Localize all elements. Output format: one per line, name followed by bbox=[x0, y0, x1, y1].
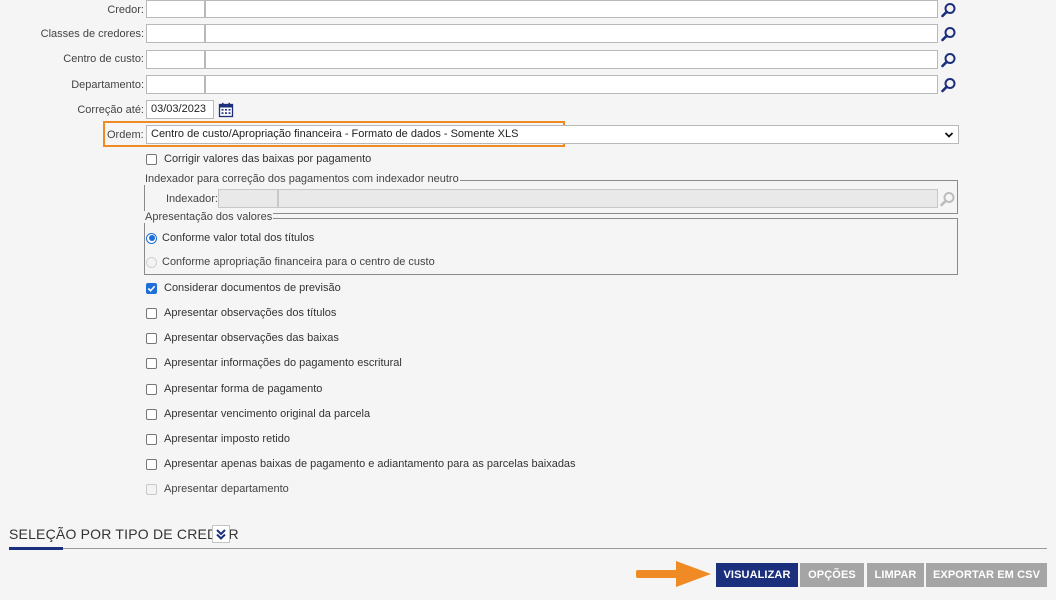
apresentacao-option1-radio[interactable] bbox=[146, 232, 157, 244]
correcao-label: Correção até: bbox=[77, 104, 144, 116]
section-accent-bar bbox=[9, 547, 63, 550]
correcao-date-input[interactable]: 03/03/2023 bbox=[146, 100, 214, 119]
centro-name-input[interactable] bbox=[205, 50, 938, 69]
search-icon bbox=[941, 52, 956, 67]
arrow-right-icon bbox=[636, 561, 711, 587]
apresentacao-legend: Apresentação dos valores bbox=[144, 211, 274, 223]
considerar-checkbox[interactable] bbox=[146, 282, 157, 294]
ordem-select[interactable]: Centro de custo/Apropriação financeira -… bbox=[146, 125, 959, 144]
section-expand-button[interactable] bbox=[212, 525, 230, 543]
visualizar-button[interactable]: VISUALIZAR bbox=[716, 563, 798, 587]
departamento-checkbox bbox=[146, 483, 157, 495]
departamento-name-input[interactable] bbox=[205, 75, 938, 94]
departamento-code-input[interactable] bbox=[146, 75, 205, 94]
departamento-checkbox-row: Apresentar departamento bbox=[146, 481, 289, 497]
centro-search-button[interactable] bbox=[939, 50, 959, 69]
indexador-legend: Indexador para correção dos pagamentos c… bbox=[144, 173, 460, 185]
classes-search-button[interactable] bbox=[939, 24, 959, 43]
imposto-label: Apresentar imposto retido bbox=[164, 433, 290, 445]
obs-titulos-checkbox-row[interactable]: Apresentar observações dos títulos bbox=[146, 305, 336, 321]
exportar-csv-button[interactable]: EXPORTAR EM CSV bbox=[926, 563, 1047, 587]
apenas-baixas-label: Apresentar apenas baixas de pagamento e … bbox=[164, 458, 576, 470]
imposto-checkbox[interactable] bbox=[146, 433, 157, 445]
classes-label: Classes de credores: bbox=[40, 28, 144, 40]
indexador-code-input bbox=[218, 189, 278, 208]
check-icon bbox=[147, 285, 156, 292]
centro-label: Centro de custo: bbox=[63, 53, 144, 65]
vencimento-label: Apresentar vencimento original da parcel… bbox=[164, 408, 371, 420]
forma-pagamento-label: Apresentar forma de pagamento bbox=[164, 383, 323, 395]
corrigir-checkbox-row[interactable]: Corrigir valores das baixas por pagament… bbox=[146, 151, 371, 167]
obs-baixas-checkbox-row[interactable]: Apresentar observações das baixas bbox=[146, 330, 339, 346]
departamento-check-label: Apresentar departamento bbox=[164, 483, 289, 495]
calendar-icon bbox=[218, 102, 234, 118]
info-pagamento-checkbox-row[interactable]: Apresentar informações do pagamento escr… bbox=[146, 355, 402, 371]
obs-baixas-label: Apresentar observações das baixas bbox=[164, 332, 339, 344]
ordem-label: Ordem: bbox=[107, 129, 144, 141]
limpar-button[interactable]: LIMPAR bbox=[867, 563, 924, 587]
corrigir-checkbox[interactable] bbox=[146, 153, 157, 165]
classes-code-input[interactable] bbox=[146, 24, 205, 43]
considerar-label: Considerar documentos de previsão bbox=[164, 282, 341, 294]
apenas-baixas-checkbox[interactable] bbox=[146, 458, 157, 470]
info-pagamento-checkbox[interactable] bbox=[146, 357, 157, 369]
credor-name-input[interactable] bbox=[205, 0, 938, 18]
corrigir-label: Corrigir valores das baixas por pagament… bbox=[164, 153, 372, 165]
forma-pagamento-checkbox[interactable] bbox=[146, 383, 157, 395]
apresentacao-option1-row[interactable]: Conforme valor total dos títulos bbox=[146, 230, 314, 246]
imposto-checkbox-row[interactable]: Apresentar imposto retido bbox=[146, 431, 290, 447]
classes-name-input[interactable] bbox=[205, 24, 938, 43]
apenas-baixas-checkbox-row[interactable]: Apresentar apenas baixas de pagamento e … bbox=[146, 456, 576, 472]
info-pagamento-label: Apresentar informações do pagamento escr… bbox=[164, 357, 402, 369]
forma-pagamento-checkbox-row[interactable]: Apresentar forma de pagamento bbox=[146, 381, 322, 397]
credor-label: Credor: bbox=[107, 4, 144, 16]
indexador-name-input bbox=[278, 189, 938, 208]
indexador-search-button bbox=[938, 189, 958, 208]
vencimento-checkbox-row[interactable]: Apresentar vencimento original da parcel… bbox=[146, 406, 370, 422]
considerar-checkbox-row[interactable]: Considerar documentos de previsão bbox=[146, 280, 341, 296]
indexador-label: Indexador: bbox=[166, 193, 218, 205]
section-divider bbox=[9, 548, 1047, 549]
calendar-button[interactable] bbox=[218, 102, 234, 118]
section-title: SELEÇÃO POR TIPO DE CREDOR bbox=[9, 526, 239, 542]
search-icon bbox=[941, 77, 956, 92]
obs-baixas-checkbox[interactable] bbox=[146, 332, 157, 344]
obs-titulos-label: Apresentar observações dos títulos bbox=[164, 307, 337, 319]
credor-search-button[interactable] bbox=[939, 0, 959, 19]
apresentacao-option1-label: Conforme valor total dos títulos bbox=[162, 232, 315, 244]
apresentacao-option2-label: Conforme apropriação financeira para o c… bbox=[162, 256, 435, 268]
credor-code-input[interactable] bbox=[146, 0, 205, 18]
ordem-selected-value: Centro de custo/Apropriação financeira -… bbox=[151, 128, 519, 140]
apresentacao-option2-radio bbox=[146, 256, 157, 268]
vencimento-checkbox[interactable] bbox=[146, 408, 157, 420]
departamento-search-button[interactable] bbox=[939, 75, 959, 94]
obs-titulos-checkbox[interactable] bbox=[146, 307, 157, 319]
apresentacao-option2-row: Conforme apropriação financeira para o c… bbox=[146, 254, 435, 270]
search-icon bbox=[941, 26, 956, 41]
centro-code-input[interactable] bbox=[146, 50, 205, 69]
chevron-down-icon bbox=[944, 132, 954, 138]
departamento-label: Departamento: bbox=[71, 79, 144, 91]
opcoes-button[interactable]: OPÇÕES bbox=[800, 563, 864, 587]
double-chevron-down-icon bbox=[216, 529, 226, 540]
search-icon bbox=[941, 2, 956, 17]
search-icon bbox=[940, 191, 955, 206]
